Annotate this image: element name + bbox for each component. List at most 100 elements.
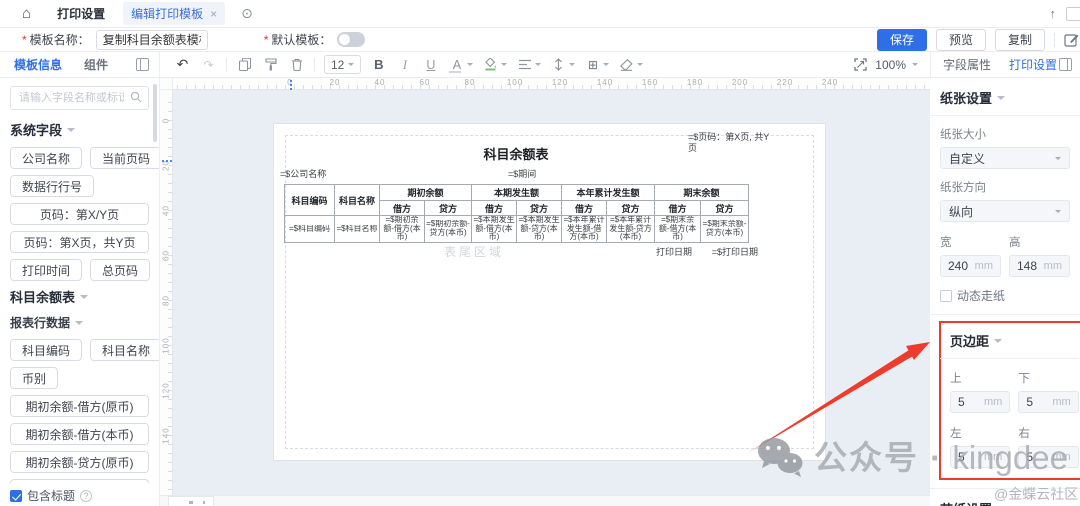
margin-left-input[interactable]: mm: [950, 446, 1010, 468]
section-subject-balance[interactable]: 科目余额表: [10, 287, 149, 306]
table-data-cell[interactable]: =$科目名称: [335, 216, 380, 243]
table-data-cell[interactable]: =$期初余额-贷方(本币): [425, 216, 472, 243]
table-data-cell[interactable]: =$期末余额-贷方(本币): [701, 216, 749, 243]
table-data-cell[interactable]: =$科目编码: [285, 216, 335, 243]
margin-right-input[interactable]: mm: [1018, 446, 1078, 468]
paper-size-select[interactable]: 自定义: [940, 147, 1070, 169]
help-icon[interactable]: ?: [80, 490, 92, 502]
margin-bottom-input[interactable]: mm: [1018, 391, 1078, 413]
table-data-cell[interactable]: =$本年累计发生额-贷方(本币): [607, 216, 655, 243]
tab-template-info[interactable]: 模板信息: [14, 56, 62, 73]
clear-format-control[interactable]: [618, 56, 643, 73]
fill-color-control[interactable]: [482, 56, 507, 73]
font-color-control[interactable]: A: [448, 56, 473, 73]
table-subheader-cell[interactable]: 借方: [655, 201, 701, 216]
paper-orientation-select[interactable]: 纵向: [940, 200, 1070, 222]
field-chip-print-time[interactable]: 打印时间: [10, 259, 82, 281]
edit-external-icon[interactable]: [1064, 32, 1080, 48]
field-chip-row-number[interactable]: 数据行行号: [10, 175, 94, 197]
paper-width-value[interactable]: [948, 259, 974, 273]
table-data-cell[interactable]: =$本期发生额-借方(本币): [472, 216, 517, 243]
field-chip-company[interactable]: 公司名称: [10, 147, 82, 169]
tab-edit-template[interactable]: 编辑打印模板 ×: [123, 2, 225, 25]
period-field[interactable]: =$期间: [508, 167, 536, 180]
delete-icon[interactable]: [288, 56, 305, 73]
table-header-group[interactable]: 期末余额: [655, 185, 749, 201]
margin-top-value[interactable]: [958, 395, 984, 409]
italic-icon[interactable]: I: [396, 56, 413, 73]
margin-bottom-value[interactable]: [1026, 395, 1052, 409]
field-chip-subject-code[interactable]: 科目编码: [10, 339, 82, 361]
underline-icon[interactable]: U: [422, 56, 439, 73]
font-size-select[interactable]: 12: [324, 55, 361, 74]
collapse-up-icon[interactable]: ↑: [1050, 6, 1057, 21]
field-chip-page-x-total-y[interactable]: 页码：第X页，共Y页: [10, 231, 149, 253]
field-chip-currency[interactable]: 币别: [10, 367, 58, 389]
bold-icon[interactable]: B: [370, 56, 387, 73]
tab-print-settings-panel[interactable]: 打印设置: [1009, 56, 1057, 73]
search-input[interactable]: [10, 86, 149, 110]
zoom-level[interactable]: 100%: [875, 58, 906, 72]
field-chip-total-pages[interactable]: 总页码: [90, 259, 150, 281]
preview-button[interactable]: 预览: [936, 29, 986, 51]
more-tabs-icon[interactable]: ⊙: [241, 5, 253, 22]
zoom-caret-icon[interactable]: [912, 63, 918, 69]
copy-button[interactable]: 复制: [995, 29, 1045, 51]
table-subheader-cell[interactable]: 贷方: [701, 201, 749, 216]
clock-icon[interactable]: [1066, 7, 1080, 21]
table-header-group[interactable]: 期初余额: [380, 185, 472, 201]
border-grid-icon[interactable]: ⊞: [584, 56, 601, 73]
section-margins[interactable]: 页边距: [950, 331, 1070, 350]
table-data-cell[interactable]: =$期初余额-借方(本币): [380, 216, 425, 243]
fill-color-icon[interactable]: [482, 56, 499, 73]
default-template-toggle[interactable]: [337, 32, 365, 47]
field-chip-subject-name[interactable]: 科目名称: [90, 339, 160, 361]
copy-icon[interactable]: [236, 56, 253, 73]
report-title[interactable]: 科目余额表: [284, 144, 748, 163]
close-icon[interactable]: ×: [210, 7, 217, 21]
table-subheader-cell[interactable]: 借方: [562, 201, 607, 216]
company-name-field[interactable]: =$公司名称: [280, 167, 326, 180]
table-subheader-cell[interactable]: 贷方: [607, 201, 655, 216]
table-header-cell[interactable]: 科目编码: [285, 185, 335, 216]
align-icon[interactable]: [516, 56, 533, 73]
table-data-cell[interactable]: =$本年累计发生额-借方(本币): [562, 216, 607, 243]
table-subheader-cell[interactable]: 借方: [472, 201, 517, 216]
tab-field-properties[interactable]: 字段属性: [943, 56, 991, 73]
table-data-cell[interactable]: =$期末余额-借方(本币): [655, 216, 701, 243]
table-subheader-cell[interactable]: 贷方: [517, 201, 562, 216]
redo-icon[interactable]: ↷: [200, 56, 217, 73]
collapse-left-panel-icon[interactable]: [136, 58, 149, 71]
include-title-checkbox[interactable]: [10, 490, 22, 502]
tab-print-settings[interactable]: 打印设置: [57, 5, 105, 22]
section-paper-settings[interactable]: 纸张设置: [940, 88, 1070, 107]
field-chip-opening-credit-orig[interactable]: 期初余额-贷方(原币): [10, 451, 149, 473]
design-canvas[interactable]: 0 20 40 60 80 100 120 140 160 180 200 22…: [160, 78, 930, 506]
page-number-field[interactable]: =$页码：第X页, 共Y页: [688, 132, 770, 154]
report-table[interactable]: 科目编码 科目名称 期初余额 本期发生额 本年累计发生额 期末余额 借方 贷方 …: [284, 184, 749, 243]
table-header-cell[interactable]: 科目名称: [335, 185, 380, 216]
paper-height-input[interactable]: mm: [1009, 255, 1070, 277]
align-control[interactable]: [516, 56, 541, 73]
table-data-cell[interactable]: =$本期发生额-贷方(本币): [517, 216, 562, 243]
eraser-icon[interactable]: [618, 56, 635, 73]
margin-right-value[interactable]: [1026, 450, 1052, 464]
tab-components[interactable]: 组件: [84, 56, 108, 73]
save-button[interactable]: 保存: [877, 29, 927, 51]
section-system-fields[interactable]: 系统字段: [10, 120, 149, 139]
template-page[interactable]: 科目余额表 =$页码：第X页, 共Y页 =$公司名称 =$期间 科目编码 科目名…: [273, 123, 826, 461]
dynamic-feed-checkbox[interactable]: [940, 290, 952, 302]
font-color-icon[interactable]: A: [448, 56, 465, 73]
fit-screen-icon[interactable]: [852, 56, 869, 73]
border-control[interactable]: ⊞: [584, 56, 609, 73]
collapse-right-panel-icon[interactable]: [1059, 58, 1072, 71]
table-header-group[interactable]: 本年累计发生额: [562, 185, 655, 201]
field-chip-page-xy[interactable]: 页码：第X/Y页: [10, 203, 149, 225]
vertical-align-icon[interactable]: [550, 56, 567, 73]
section-report-row-data[interactable]: 报表行数据: [10, 314, 149, 331]
print-date-row[interactable]: 打印日期 =$打印日期: [656, 245, 758, 258]
table-subheader-cell[interactable]: 借方: [380, 201, 425, 216]
margin-top-input[interactable]: mm: [950, 391, 1010, 413]
table-header-group[interactable]: 本期发生额: [472, 185, 562, 201]
field-chip-opening-debit-orig[interactable]: 期初余额-借方(原币): [10, 395, 149, 417]
